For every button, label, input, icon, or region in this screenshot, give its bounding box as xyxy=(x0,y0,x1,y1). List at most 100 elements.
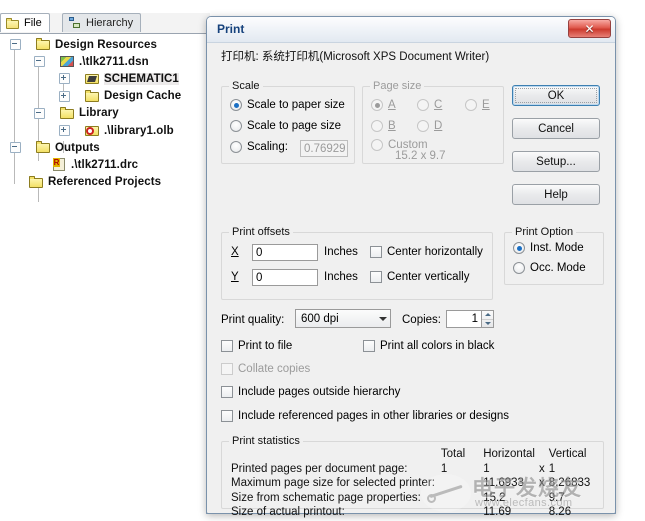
tree-item-label: Design Resources xyxy=(55,39,157,51)
row-horizontal: 15.2 xyxy=(483,492,535,507)
offset-y-input[interactable]: 0 xyxy=(252,269,318,286)
scaling-value: 0.76929 xyxy=(304,143,346,155)
collapse-toggle-icon[interactable] xyxy=(34,56,45,67)
radio-icon xyxy=(230,141,242,153)
stepper-up-button[interactable] xyxy=(482,311,493,320)
checkbox-icon xyxy=(221,386,233,398)
row-separator: x xyxy=(535,463,549,478)
close-icon: ✕ xyxy=(584,23,594,35)
offset-y-units: Inches xyxy=(324,271,358,283)
scale-group-label: Scale xyxy=(229,80,263,92)
cancel-button[interactable]: Cancel xyxy=(512,118,600,139)
print-quality-select[interactable]: 600 dpi xyxy=(295,309,391,328)
hierarchy-icon xyxy=(68,17,82,29)
row-horizontal: 1 xyxy=(483,463,535,478)
tree-item-drc[interactable]: .\tlk2711.drc xyxy=(6,156,206,173)
checkbox-icon xyxy=(221,363,233,375)
print-statistics-group: Print statistics Total Horizontal Vertic… xyxy=(221,441,604,509)
tab-file[interactable]: File xyxy=(0,13,50,32)
print-quality-value: 600 dpi xyxy=(301,313,339,325)
offset-x-input[interactable]: 0 xyxy=(252,244,318,261)
checkbox-include-referenced-pages[interactable]: Include referenced pages in other librar… xyxy=(221,410,509,422)
ok-button[interactable]: OK xyxy=(512,85,600,106)
print-statistics-group-label: Print statistics xyxy=(229,435,303,447)
radio-icon xyxy=(371,120,383,132)
radio-page-size-c[interactable]: C xyxy=(417,99,442,111)
table-row: Size of actual printout: 11.69 8.26 xyxy=(231,506,590,521)
copies-label: Copies: xyxy=(402,314,441,326)
tree-item-schematic1[interactable]: SCHEMATIC1 xyxy=(6,70,206,87)
checkbox-print-to-file[interactable]: Print to file xyxy=(221,340,292,352)
help-button[interactable]: Help xyxy=(512,184,600,205)
radio-page-size-a[interactable]: A xyxy=(371,99,396,111)
folder-icon xyxy=(6,18,20,29)
copies-stepper[interactable] xyxy=(482,310,494,328)
stepper-down-button[interactable] xyxy=(482,320,493,328)
setup-button[interactable]: Setup... xyxy=(512,151,600,172)
radio-icon xyxy=(417,99,429,111)
radio-page-size-d[interactable]: D xyxy=(417,120,442,132)
checkbox-label: Include pages outside hierarchy xyxy=(238,386,400,398)
row-label: Printed pages per document page: xyxy=(231,463,441,478)
radio-inst-mode[interactable]: Inst. Mode xyxy=(513,242,584,254)
tab-file-label: File xyxy=(24,17,42,29)
checkbox-center-vertically[interactable]: Center vertically xyxy=(370,271,469,283)
design-file-icon xyxy=(59,55,75,68)
row-total xyxy=(441,506,483,521)
checkbox-print-all-colors-in-black[interactable]: Print all colors in black xyxy=(363,340,494,352)
radio-occ-mode[interactable]: Occ. Mode xyxy=(513,262,586,274)
radio-scale-to-page-size[interactable]: Scale to page size xyxy=(230,120,341,132)
scaling-input[interactable]: 0.76929 xyxy=(300,140,348,157)
collapse-toggle-icon[interactable] xyxy=(10,39,21,50)
radio-label: E xyxy=(482,99,490,111)
checkbox-icon xyxy=(221,340,233,352)
checkbox-label: Center vertically xyxy=(387,271,469,283)
printer-name-label: 打印机: 系统打印机(Microsoft XPS Document Writer… xyxy=(221,51,507,64)
collapse-toggle-icon[interactable] xyxy=(34,108,45,119)
tab-hierarchy[interactable]: Hierarchy xyxy=(62,13,141,32)
header-horizontal: Horizontal xyxy=(483,448,535,463)
folder-icon xyxy=(35,141,51,154)
tree-item-olb[interactable]: .\library1.olb xyxy=(6,122,206,139)
tree-item-label: Outputs xyxy=(55,142,100,154)
tree-item-design-resources[interactable]: Design Resources xyxy=(6,36,206,53)
radio-page-size-b[interactable]: B xyxy=(371,120,396,132)
expand-toggle-icon[interactable] xyxy=(59,125,70,136)
row-total xyxy=(441,477,483,492)
tree-item-label: .\tlk2711.dsn xyxy=(79,56,149,68)
checkbox-include-pages-outside-hierarchy[interactable]: Include pages outside hierarchy xyxy=(221,386,400,398)
row-separator: x xyxy=(535,477,549,492)
radio-label: D xyxy=(434,120,442,132)
collapse-toggle-icon[interactable] xyxy=(10,142,21,153)
tree-item-design-cache[interactable]: Design Cache xyxy=(6,88,206,105)
copies-input[interactable]: 1 xyxy=(446,310,482,328)
offset-y-label: Y xyxy=(231,271,239,283)
schematic-folder-icon xyxy=(84,72,100,85)
tree-item-label: Design Cache xyxy=(104,90,181,102)
print-option-group: Print Option Inst. Mode Occ. Mode xyxy=(504,232,604,285)
tree-item-referenced-projects[interactable]: Referenced Projects xyxy=(6,174,206,191)
tree-item-dsn[interactable]: .\tlk2711.dsn xyxy=(6,53,206,70)
radio-icon xyxy=(230,99,242,111)
checkbox-label: Center horizontally xyxy=(387,246,483,258)
table-row: Size from schematic page properties: 15.… xyxy=(231,492,590,507)
expand-toggle-icon[interactable] xyxy=(59,73,70,84)
radio-page-size-e[interactable]: E xyxy=(465,99,490,111)
close-button[interactable]: ✕ xyxy=(568,19,611,38)
checkbox-center-horizontally[interactable]: Center horizontally xyxy=(370,246,483,258)
custom-page-size-value: 15.2 x 9.7 xyxy=(395,150,446,162)
radio-scale-to-paper-size[interactable]: Scale to paper size xyxy=(230,99,345,111)
expand-toggle-icon[interactable] xyxy=(59,91,70,102)
checkbox-icon xyxy=(370,271,382,283)
row-total: 1 xyxy=(441,463,483,478)
row-vertical: 9.7 xyxy=(549,492,591,507)
chevron-down-icon xyxy=(379,317,387,321)
header-total: Total xyxy=(441,448,483,463)
tree-item-library[interactable]: Library xyxy=(6,105,206,122)
tree-item-outputs[interactable]: Outputs xyxy=(6,139,206,156)
row-vertical: 8.26833 xyxy=(549,477,591,492)
dialog-titlebar[interactable]: Print ✕ xyxy=(207,17,615,43)
checkbox-label: Print all colors in black xyxy=(380,340,494,352)
radio-scaling[interactable]: Scaling: xyxy=(230,141,288,153)
print-offsets-group: Print offsets X 0 Inches Center horizont… xyxy=(221,232,493,300)
